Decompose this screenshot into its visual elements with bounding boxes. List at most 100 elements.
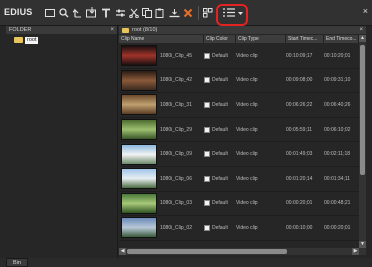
clip-color: Default (204, 175, 236, 182)
folder-panel-header: FOLDER × (6, 26, 117, 34)
clip-end-timecode: 00:06:40;26 (324, 101, 351, 108)
clip-end-timecode: 00:00:48;21 (324, 200, 351, 207)
clip-color-swatch (204, 77, 210, 84)
clip-name: 1080i_Clip_09 (160, 151, 192, 158)
clip-row[interactable]: 1080i_Clip_45 Default Video clip 00:10:09;1… (119, 44, 366, 69)
column-header-clip-color[interactable]: Clip Color (204, 35, 236, 43)
scroll-up-icon[interactable]: ▲ (359, 35, 366, 42)
clip-color: Default (204, 52, 236, 59)
clip-color: Default (204, 200, 236, 207)
clip-color-label: Default (212, 52, 228, 59)
horizontal-scroll-thumb[interactable] (127, 249, 287, 254)
new-sequence-icon[interactable] (44, 6, 56, 19)
clip-type: Video clip (236, 224, 258, 231)
add-to-timeline-icon[interactable] (168, 6, 180, 19)
cut-icon[interactable] (128, 6, 140, 19)
app-logo: EDIUS (4, 7, 33, 17)
clip-thumbnail (121, 217, 157, 239)
clip-type: Video clip (236, 101, 258, 108)
view-button-highlight (216, 4, 248, 26)
scroll-left-icon[interactable]: ◀ (119, 248, 126, 255)
clip-start-timecode: 00:01:49;03 (286, 151, 313, 158)
clip-row[interactable]: 1080i_Clip_03 Default Video clip 00:00:20;0… (119, 192, 366, 217)
bin-path-label: root (8/10) (132, 27, 158, 33)
change-view-icon[interactable] (202, 6, 214, 19)
clip-color-swatch (204, 126, 210, 133)
clip-color-swatch (204, 151, 210, 158)
horizontal-scrollbar[interactable]: ◀ ▶ (119, 248, 366, 255)
clip-color-swatch (204, 52, 210, 59)
delete-icon[interactable] (182, 6, 194, 19)
clip-color: Default (204, 224, 236, 231)
clip-color-label: Default (212, 200, 228, 207)
clip-end-timecode: 00:02:11;18 (324, 151, 351, 158)
window-close-icon[interactable]: × (363, 6, 368, 16)
column-header-clip-name[interactable]: Clip Name (119, 35, 204, 43)
scroll-down-icon[interactable]: ▼ (359, 241, 366, 248)
clip-name: 1080i_Clip_06 (160, 175, 192, 182)
clip-color: Default (204, 101, 236, 108)
clip-end-timecode: 00:01:34;11 (324, 175, 351, 182)
clip-name: 1080i_Clip_29 (160, 126, 192, 133)
clip-color-swatch (204, 224, 210, 231)
column-headers: Clip Name Clip Color Clip Type Start Tim… (119, 35, 366, 43)
folder-icon (14, 37, 23, 43)
clip-panel-close-icon[interactable]: × (359, 26, 363, 34)
clip-color-label: Default (212, 101, 228, 108)
toolbar: EDIUS × (0, 0, 372, 26)
copy-icon[interactable] (141, 6, 153, 19)
clip-end-timecode: 00:06:10;02 (324, 126, 351, 133)
bottom-bar (0, 258, 372, 267)
tab-bin[interactable]: Bin (6, 258, 28, 267)
clip-row[interactable]: 1080i_Clip_09 Default Video clip 00:01:49;0… (119, 142, 366, 167)
search-icon[interactable] (58, 6, 70, 19)
clip-row[interactable]: 1080i_Clip_29 Default Video clip 00:05:59;1… (119, 118, 366, 143)
clip-row[interactable]: 1080i_Clip_31 Default Video clip 00:06:26;2… (119, 93, 366, 118)
clip-panel: root (8/10) × Clip Name Clip Color Clip … (119, 26, 366, 258)
clip-start-timecode: 00:05:59;11 (286, 126, 313, 133)
title-icon[interactable] (100, 6, 112, 19)
clip-thumbnail (121, 45, 157, 67)
up-folder-icon[interactable] (72, 6, 84, 19)
clip-thumbnail (121, 119, 157, 141)
clip-type: Video clip (236, 52, 258, 59)
clip-start-timecode: 00:10:09;17 (286, 52, 313, 59)
clip-type: Video clip (236, 126, 258, 133)
clip-thumbnail (121, 168, 157, 190)
clip-name: 1080i_Clip_31 (160, 101, 192, 108)
folder-panel-close-icon[interactable]: × (110, 26, 114, 34)
clip-start-timecode: 00:09:08;00 (286, 77, 313, 84)
clip-start-timecode: 00:06:26;22 (286, 101, 313, 108)
clip-color: Default (204, 126, 236, 133)
clip-row[interactable]: 1080i_Clip_06 Default Video clip 00:01:20;1… (119, 167, 366, 192)
clip-row[interactable]: 1080i_Clip_42 Default Video clip 00:09:08;0… (119, 69, 366, 94)
clip-name: 1080i_Clip_03 (160, 200, 192, 207)
clip-name: 1080i_Clip_42 (160, 77, 192, 84)
clip-thumbnail (121, 143, 157, 165)
folder-panel-title: FOLDER (9, 27, 32, 33)
clip-color-label: Default (212, 126, 228, 133)
tree-item-root[interactable]: root (14, 36, 39, 44)
folder-icon (122, 27, 129, 33)
clip-thumbnail (121, 69, 157, 91)
clip-type: Video clip (236, 77, 258, 84)
clip-start-timecode: 00:00:10;00 (286, 224, 313, 231)
clip-color: Default (204, 151, 236, 158)
column-header-end-timecode[interactable]: End Timeco... (324, 35, 359, 43)
clip-color-label: Default (212, 175, 228, 182)
clip-color-swatch (204, 175, 210, 182)
vertical-scrollbar[interactable]: ▲ ▼ (359, 35, 366, 248)
import-icon[interactable] (86, 6, 98, 19)
clip-start-timecode: 00:00:20;01 (286, 200, 313, 207)
clip-row[interactable]: 1080i_Clip_02 Default Video clip 00:00:10;0… (119, 216, 366, 241)
clip-thumbnail (121, 192, 157, 214)
column-header-start-timecode[interactable]: Start Timec... (286, 35, 324, 43)
scroll-right-icon[interactable]: ▶ (352, 248, 359, 255)
clip-name: 1080i_Clip_02 (160, 224, 192, 231)
paste-icon[interactable] (154, 6, 166, 19)
vertical-scroll-thumb[interactable] (360, 45, 365, 175)
clip-color-swatch (204, 200, 210, 207)
clip-color-label: Default (212, 151, 228, 158)
column-header-clip-type[interactable]: Clip Type (236, 35, 286, 43)
properties-icon[interactable] (114, 6, 126, 19)
